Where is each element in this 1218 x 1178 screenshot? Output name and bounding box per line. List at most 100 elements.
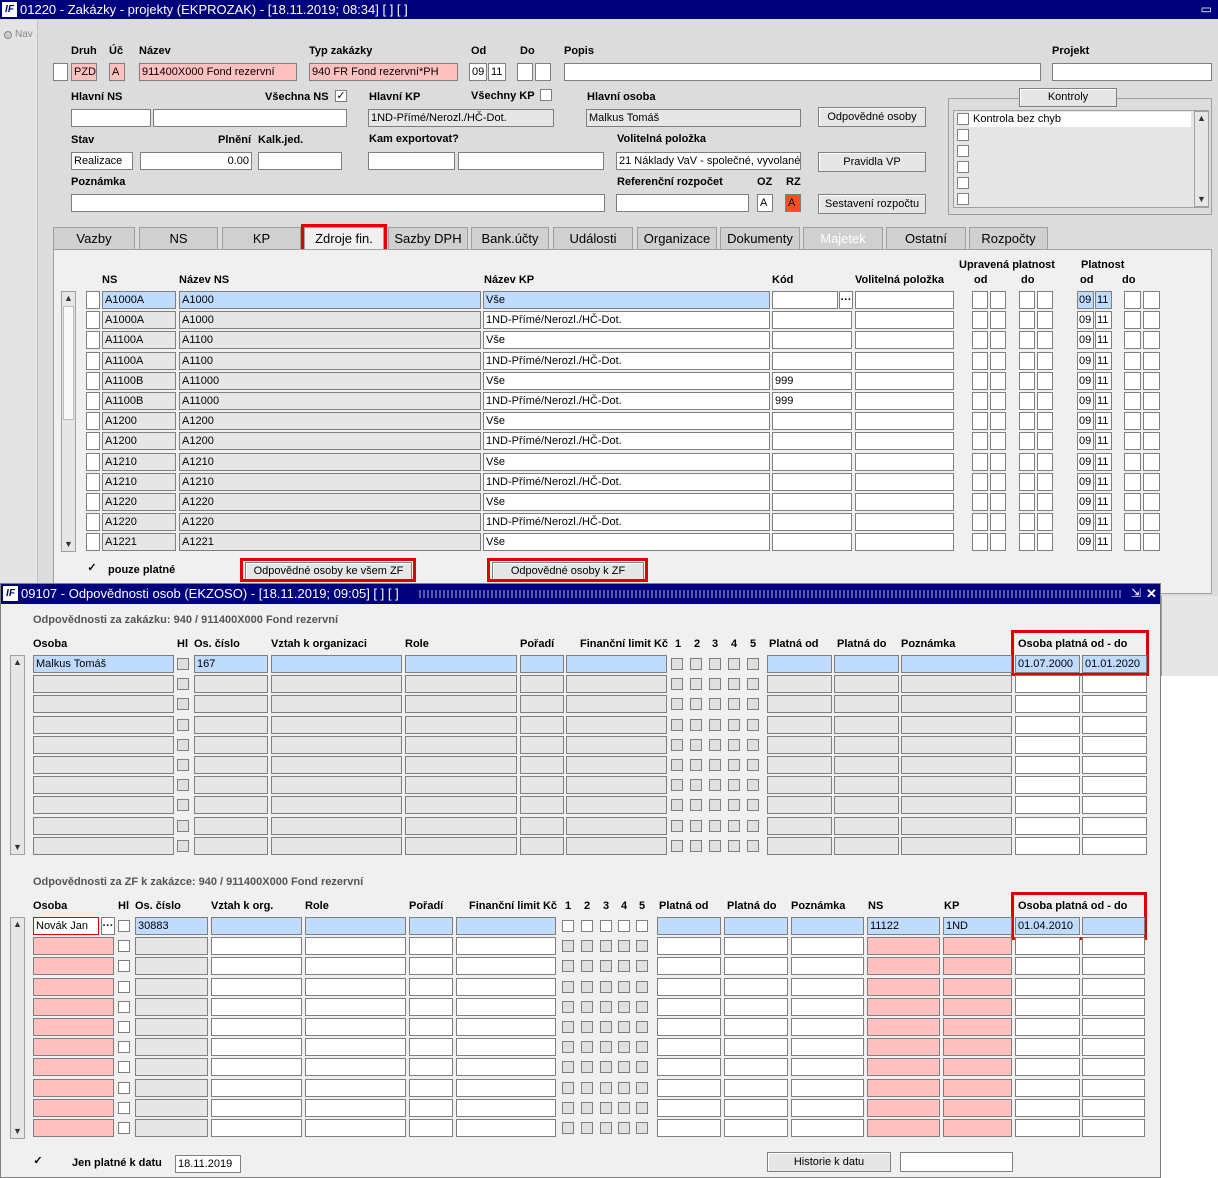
platnost-do-day[interactable] [1124, 533, 1141, 552]
s1-flag-2-checkbox[interactable] [690, 678, 702, 691]
s1-osoba-cell[interactable] [33, 735, 174, 754]
tab-kp[interactable]: KP [222, 227, 301, 249]
up-do-month[interactable] [1037, 472, 1053, 491]
volitelna-cell[interactable] [855, 291, 954, 309]
s2-kp-cell[interactable] [943, 1119, 1012, 1137]
platnost-od-day[interactable]: 09 [1077, 351, 1094, 370]
s1-osoba-platna-od-cell[interactable] [1015, 735, 1080, 754]
poznamka-field[interactable] [71, 194, 605, 212]
platnost-do-day[interactable] [1124, 472, 1141, 491]
s2-platna-do-cell[interactable] [724, 1078, 788, 1097]
nazev-kp-cell[interactable]: Vše [483, 331, 770, 350]
nazev-ns-cell[interactable]: A1000 [179, 311, 481, 330]
volitelna-cell[interactable] [855, 311, 954, 330]
s1-limit-cell[interactable] [566, 796, 667, 815]
s1-hl-checkbox[interactable] [177, 678, 189, 691]
s2-osoba-platna-do-cell[interactable] [1082, 1078, 1145, 1097]
s2-flag-1-checkbox[interactable] [562, 1061, 574, 1074]
s2-flag-3-checkbox[interactable] [600, 980, 612, 993]
up-do-day[interactable] [1019, 392, 1035, 410]
s2-flag-4-checkbox[interactable] [618, 940, 630, 953]
s1-hl-checkbox[interactable] [177, 779, 189, 792]
scroll-up-icon[interactable]: ▲ [62, 292, 75, 305]
platnost-do-month[interactable] [1143, 331, 1160, 350]
ns-cell[interactable]: A1100A [102, 351, 176, 370]
s1-poradi-cell[interactable] [520, 796, 564, 815]
s2-hl-checkbox[interactable] [118, 1061, 130, 1074]
nazev-kp-cell[interactable]: Vše [483, 533, 770, 552]
s1-flag-5-checkbox[interactable] [747, 658, 759, 670]
volitelna-cell[interactable] [855, 392, 954, 410]
s2-ns-cell[interactable] [867, 997, 940, 1016]
s1-osoba-platna-od-cell[interactable] [1015, 675, 1080, 694]
up-od-month[interactable] [990, 472, 1006, 491]
od-month-field[interactable]: 11 [488, 63, 506, 81]
nazev-kp-cell[interactable]: Vše [483, 493, 770, 511]
s1-poradi-cell[interactable] [520, 715, 564, 734]
s1-platna-od-cell[interactable] [767, 836, 832, 855]
s2-os-cislo-cell[interactable] [135, 1018, 208, 1036]
s1-role-cell[interactable] [405, 756, 517, 774]
s2-osoba-cell[interactable] [33, 1078, 114, 1097]
platnost-od-month[interactable]: 11 [1095, 311, 1112, 330]
s2-flag-2-checkbox[interactable] [581, 1041, 593, 1054]
s2-flag-2-checkbox[interactable] [581, 1122, 593, 1134]
s1-flag-5-checkbox[interactable] [747, 738, 759, 751]
s1-osoba-platna-od-cell[interactable] [1015, 695, 1080, 714]
s1-platna-do-cell[interactable] [834, 756, 899, 774]
s2-flag-3-checkbox[interactable] [600, 1041, 612, 1054]
s1-flag-2-checkbox[interactable] [690, 718, 702, 731]
s1-platna-do-cell[interactable] [834, 776, 899, 795]
s1-osoba-platna-do-cell[interactable] [1082, 816, 1147, 835]
row-selector[interactable] [86, 472, 100, 491]
s1-poradi-cell[interactable] [520, 836, 564, 855]
s1-role-cell[interactable] [405, 776, 517, 795]
popis-field[interactable] [564, 63, 1041, 81]
tab-rozpocty[interactable]: Rozpočty [969, 227, 1048, 249]
s1-osoba-platna-od-cell[interactable] [1015, 776, 1080, 795]
s2-flag-4-checkbox[interactable] [618, 960, 630, 973]
s1-vztah-cell[interactable] [271, 735, 402, 754]
s2-limit-cell[interactable] [456, 1078, 556, 1097]
projekt-field[interactable] [1052, 63, 1212, 81]
s2-flag-2-checkbox[interactable] [581, 1061, 593, 1074]
nazev-ns-cell[interactable]: A11000 [179, 371, 481, 390]
s2-role-cell[interactable] [305, 1119, 406, 1137]
volitelna-cell[interactable] [855, 452, 954, 471]
platnost-od-day[interactable]: 09 [1077, 412, 1094, 431]
s2-limit-cell[interactable] [456, 1018, 556, 1036]
s2-os-cislo-cell[interactable] [135, 1098, 208, 1117]
s1-osoba-platna-do-cell[interactable]: 01.01.2020 [1082, 655, 1147, 673]
volitelna-cell[interactable] [855, 432, 954, 451]
s1-flag-2-checkbox[interactable] [690, 839, 702, 852]
nav-radio-icon[interactable] [4, 31, 12, 39]
kontroly-checkbox-4[interactable] [957, 161, 969, 173]
s2-flag-2-checkbox[interactable] [581, 940, 593, 953]
s2-poznamka-cell[interactable] [791, 977, 864, 996]
ns-cell[interactable]: A1220 [102, 493, 176, 511]
up-do-month[interactable] [1037, 351, 1053, 370]
platnost-od-month[interactable]: 11 [1095, 331, 1112, 350]
pravidla-vp-button[interactable]: Pravidla VP [818, 152, 926, 172]
s1-flag-1-checkbox[interactable] [671, 658, 683, 670]
s1-os-cislo-cell[interactable] [194, 675, 268, 694]
s2-poznamka-cell[interactable] [791, 1058, 864, 1077]
s1-flag-3-checkbox[interactable] [709, 738, 721, 751]
s2-flag-5-checkbox[interactable] [636, 920, 648, 932]
s2-role-cell[interactable] [305, 957, 406, 976]
up-od-month[interactable] [990, 351, 1006, 370]
platnost-od-month[interactable]: 11 [1095, 533, 1112, 552]
scroll-thumb[interactable] [63, 306, 74, 420]
s1-role-cell[interactable] [405, 675, 517, 694]
s2-flag-2-checkbox[interactable] [581, 1000, 593, 1013]
s2-poradi-cell[interactable] [409, 977, 453, 996]
ns-cell[interactable]: A1000A [102, 291, 176, 309]
s1-flag-5-checkbox[interactable] [747, 678, 759, 691]
s2-vztah-cell[interactable] [211, 1018, 302, 1036]
s2-role-cell[interactable] [305, 1018, 406, 1036]
od-day-field[interactable]: 09 [469, 63, 487, 81]
scroll-up-icon[interactable]: ▲ [11, 918, 24, 931]
s1-flag-3-checkbox[interactable] [709, 759, 721, 771]
s2-flag-1-checkbox[interactable] [562, 920, 574, 932]
s2-poradi-cell[interactable] [409, 1018, 453, 1036]
